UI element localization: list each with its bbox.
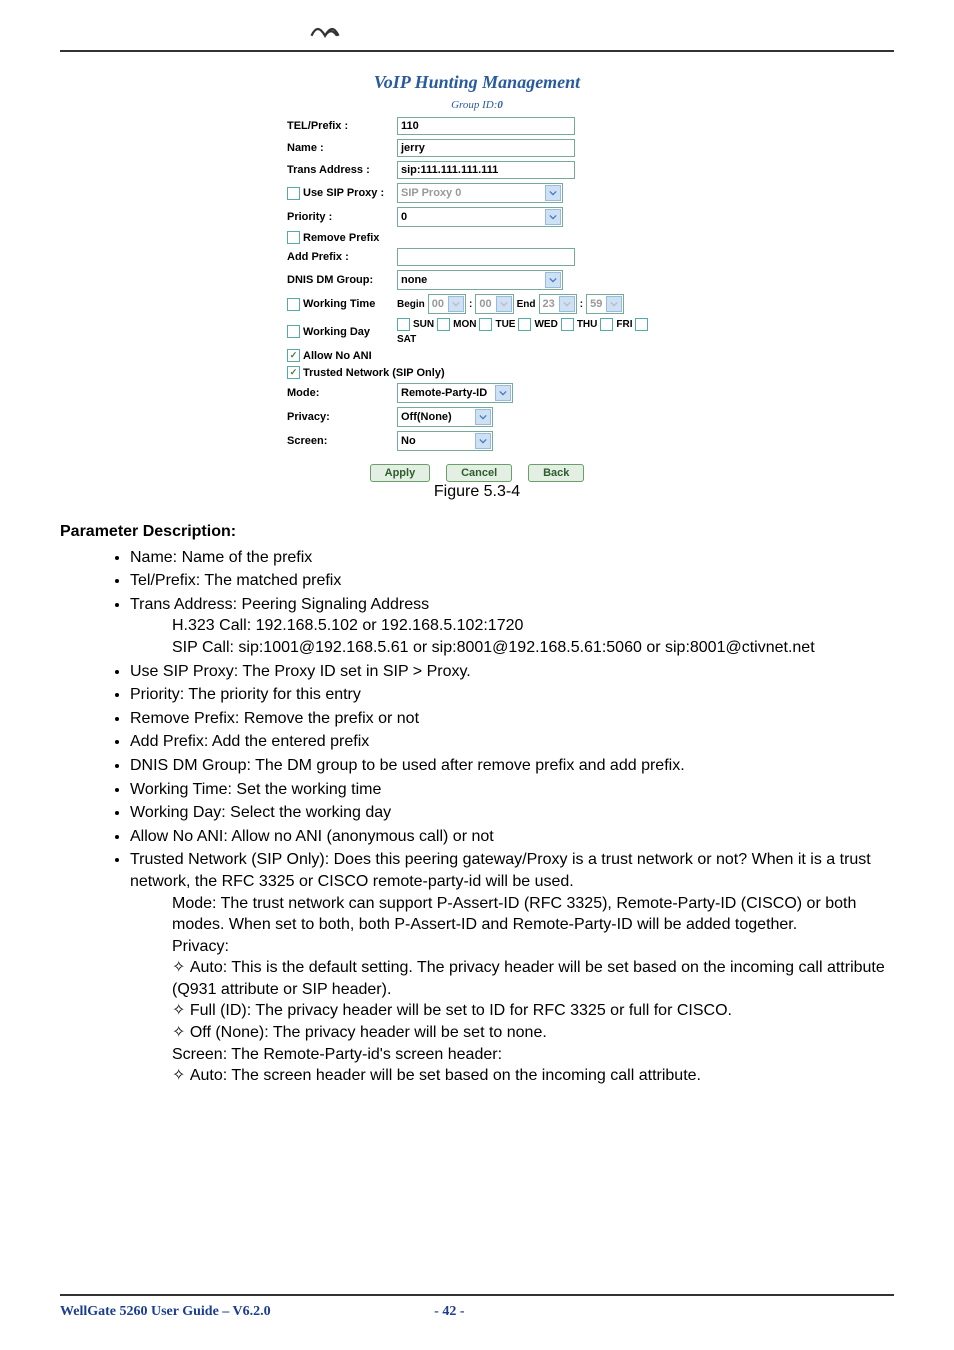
day-sat: SAT xyxy=(397,334,416,345)
back-button[interactable]: Back xyxy=(528,464,584,482)
list-item: Trans Address: Peering Signaling Address… xyxy=(130,594,894,659)
begin-label: Begin xyxy=(397,299,425,310)
use-sip-proxy-checkbox[interactable] xyxy=(287,187,300,200)
day-sat-checkbox[interactable] xyxy=(635,318,648,331)
day-fri: FRI xyxy=(616,319,632,330)
page-number: - 42 - xyxy=(434,1304,464,1319)
day-thu: THU xyxy=(577,319,598,330)
list-item: Allow No ANI: Allow no ANI (anonymous ca… xyxy=(130,826,894,848)
begin-min-select[interactable]: 00 xyxy=(475,294,513,314)
priority-label: Priority : xyxy=(287,211,397,223)
voip-hunting-panel: VoIP Hunting Management Group ID:0 TEL/P… xyxy=(287,72,667,501)
priority-select[interactable]: 0 xyxy=(397,207,563,227)
list-item: DNIS DM Group: The DM group to be used a… xyxy=(130,755,894,777)
mode-label: Mode: xyxy=(287,387,397,399)
logo-icon xyxy=(310,20,340,44)
dnis-dm-select[interactable]: none xyxy=(397,270,563,290)
tel-prefix-label: TEL/Prefix : xyxy=(287,120,397,132)
use-sip-proxy-select[interactable]: SIP Proxy 0 xyxy=(397,183,563,203)
end-hour-select[interactable]: 23 xyxy=(539,294,577,314)
list-item: Remove Prefix: Remove the prefix or not xyxy=(130,708,894,730)
chevron-down-icon xyxy=(545,209,561,225)
chevron-down-icon xyxy=(475,433,491,449)
name-label: Name : xyxy=(287,142,397,154)
panel-title: VoIP Hunting Management xyxy=(287,72,667,93)
day-wed-checkbox[interactable] xyxy=(518,318,531,331)
chevron-down-icon xyxy=(495,385,511,401)
privacy-label: Privacy: xyxy=(287,411,397,423)
list-item: Trusted Network (SIP Only): Does this pe… xyxy=(130,849,894,1087)
day-wed: WED xyxy=(534,319,557,330)
day-mon-checkbox[interactable] xyxy=(437,318,450,331)
name-input[interactable]: jerry xyxy=(397,139,575,157)
group-id-label: Group ID:0 xyxy=(287,99,667,111)
day-mon: MON xyxy=(453,319,476,330)
chevron-down-icon xyxy=(559,296,575,312)
list-item: Working Day: Select the working day xyxy=(130,802,894,824)
chevron-down-icon xyxy=(606,296,622,312)
list-item: Priority: The priority for this entry xyxy=(130,684,894,706)
parameter-heading: Parameter Description: xyxy=(60,521,894,543)
chevron-down-icon xyxy=(545,185,561,201)
day-tue: TUE xyxy=(495,319,515,330)
day-thu-checkbox[interactable] xyxy=(561,318,574,331)
remove-prefix-label: Remove Prefix xyxy=(287,231,397,244)
day-tue-checkbox[interactable] xyxy=(479,318,492,331)
trusted-network-checkbox[interactable]: ✓ xyxy=(287,366,300,379)
day-sun-checkbox[interactable] xyxy=(397,318,410,331)
privacy-select[interactable]: Off(None) xyxy=(397,407,493,427)
day-sun: SUN xyxy=(413,319,434,330)
apply-button[interactable]: Apply xyxy=(370,464,431,482)
chevron-down-icon xyxy=(448,296,464,312)
cancel-button[interactable]: Cancel xyxy=(446,464,512,482)
screen-select[interactable]: No xyxy=(397,431,493,451)
mode-select[interactable]: Remote-Party-ID xyxy=(397,383,513,403)
list-item: Add Prefix: Add the entered prefix xyxy=(130,731,894,753)
trans-address-input[interactable]: sip:111.111.111.111 xyxy=(397,161,575,179)
remove-prefix-checkbox[interactable] xyxy=(287,231,300,244)
list-item: Tel/Prefix: The matched prefix xyxy=(130,570,894,592)
day-fri-checkbox[interactable] xyxy=(600,318,613,331)
footer-title: WellGate 5260 User Guide – V6.2.0 xyxy=(60,1304,271,1319)
list-item: Use SIP Proxy: The Proxy ID set in SIP >… xyxy=(130,661,894,683)
allow-no-ani-label: ✓ Allow No ANI xyxy=(287,349,372,362)
list-item: Name: Name of the prefix xyxy=(130,547,894,569)
tel-prefix-input[interactable]: 110 xyxy=(397,117,575,135)
allow-no-ani-checkbox[interactable]: ✓ xyxy=(287,349,300,362)
working-time-checkbox[interactable] xyxy=(287,298,300,311)
end-min-select[interactable]: 59 xyxy=(586,294,624,314)
trusted-network-label: ✓ Trusted Network (SIP Only) xyxy=(287,366,445,379)
figure-caption: Figure 5.3-4 xyxy=(287,483,667,501)
trans-address-label: Trans Address : xyxy=(287,164,397,176)
chevron-down-icon xyxy=(545,272,561,288)
end-label: End xyxy=(517,299,536,310)
dnis-dm-label: DNIS DM Group: xyxy=(287,274,397,286)
working-day-label: Working Day xyxy=(287,325,397,338)
use-sip-proxy-label: Use SIP Proxy : xyxy=(287,187,397,200)
screen-label: Screen: xyxy=(287,435,397,447)
working-day-checkbox[interactable] xyxy=(287,325,300,338)
chevron-down-icon xyxy=(496,296,512,312)
add-prefix-label: Add Prefix : xyxy=(287,251,397,263)
begin-hour-select[interactable]: 00 xyxy=(428,294,466,314)
list-item: Working Time: Set the working time xyxy=(130,779,894,801)
add-prefix-input[interactable] xyxy=(397,248,575,266)
chevron-down-icon xyxy=(475,409,491,425)
working-time-label: Working Time xyxy=(287,298,397,311)
